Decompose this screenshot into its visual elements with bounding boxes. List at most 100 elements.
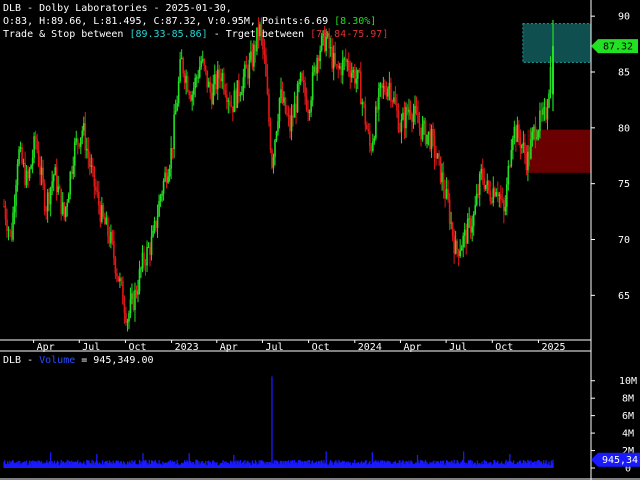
volume-tick-label: 10M: [619, 376, 637, 387]
candle-body: [304, 83, 306, 97]
candle-body: [195, 77, 198, 79]
candle-body: [423, 120, 425, 124]
candle-body: [43, 183, 46, 211]
candle-body: [500, 194, 502, 200]
candle-body: [144, 263, 147, 266]
candle-body: [375, 106, 377, 139]
candle-body: [9, 229, 11, 231]
candle-body: [165, 172, 168, 183]
candle-body: [15, 185, 17, 206]
candle-body: [310, 100, 312, 112]
candle-body: [283, 97, 285, 103]
x-tick-label: Jul: [82, 342, 100, 353]
volume-tick-label: 8M: [622, 394, 634, 405]
candle-body: [379, 83, 382, 89]
candle-body: [254, 44, 257, 52]
candle-body: [24, 162, 26, 186]
candle-body: [78, 143, 81, 147]
candle-body: [432, 128, 434, 137]
candle-body: [540, 110, 543, 115]
candle-body: [45, 210, 47, 212]
candle-body: [162, 180, 165, 194]
candle-body: [117, 276, 120, 282]
x-tick-label: Oct: [128, 342, 146, 353]
candle-body: [58, 186, 61, 189]
candle-body: [397, 110, 400, 132]
candle-body: [513, 126, 516, 139]
candle-body: [344, 58, 347, 62]
candle-body: [155, 221, 157, 228]
candle-body: [274, 140, 276, 157]
candle-body: [453, 236, 455, 254]
candle-body: [373, 138, 376, 142]
candle-body: [272, 156, 275, 168]
candle-body: [189, 95, 192, 101]
candle-body: [183, 73, 186, 83]
candle-body: [119, 278, 121, 282]
candle-body: [182, 57, 184, 74]
candle-body: [483, 178, 486, 189]
candle-body: [105, 217, 108, 225]
x-tick-label: Apr: [220, 342, 238, 353]
price-tick-label: 70: [618, 235, 630, 246]
volume-tick-label: 4M: [622, 429, 634, 440]
candle-body: [10, 230, 13, 240]
candle-body: [329, 47, 332, 49]
candle-body: [120, 278, 123, 282]
candle-body: [93, 166, 96, 187]
candle-body: [7, 229, 10, 231]
price-tick-label: 80: [618, 123, 630, 134]
candle-body: [188, 91, 190, 96]
candle-body: [87, 148, 90, 158]
candle-body: [55, 167, 58, 193]
candle-body: [281, 89, 284, 103]
trade-stop-zone: [522, 23, 592, 63]
candle-body: [510, 150, 513, 167]
candle-body: [176, 103, 178, 111]
candle-body: [113, 240, 115, 258]
candle-body: [75, 138, 78, 142]
candle-body: [90, 165, 93, 167]
candle-body: [427, 131, 430, 135]
candle-body: [350, 72, 353, 78]
candle-body: [232, 106, 234, 113]
candle-body: [209, 81, 212, 93]
candle-body: [36, 139, 38, 151]
price-tick-label: 85: [618, 68, 630, 79]
candle-body: [27, 170, 29, 179]
candle-body: [224, 90, 227, 95]
candle-body: [492, 188, 495, 203]
candle-body: [415, 105, 418, 113]
candle-body: [18, 149, 20, 165]
candle-body: [147, 246, 150, 248]
candle-body: [108, 235, 111, 244]
candle-body: [149, 246, 151, 256]
candle-body: [489, 191, 492, 202]
volume-prefix: DLB -: [3, 355, 40, 366]
candle-body: [430, 128, 433, 150]
candle-body: [22, 162, 25, 164]
candle-body: [48, 192, 50, 205]
x-tick-label: Oct: [312, 342, 330, 353]
candle-body: [164, 172, 166, 181]
candle-body: [305, 96, 308, 110]
candle-body: [412, 113, 415, 122]
candle-body: [468, 218, 470, 220]
candle-body: [341, 59, 344, 76]
candle-body: [81, 130, 84, 138]
candle-body: [171, 148, 174, 149]
candle-body: [238, 80, 240, 96]
candle-body: [353, 69, 356, 84]
candle-body: [89, 157, 91, 167]
candle-body: [447, 188, 449, 201]
candle-body: [123, 304, 126, 314]
candle-body: [96, 190, 99, 192]
candle-body: [349, 70, 352, 78]
candle-body: [101, 205, 103, 222]
candle-body: [466, 218, 469, 244]
candle-body: [16, 164, 19, 186]
candle-body: [194, 77, 196, 89]
candle-body: [366, 124, 368, 130]
volume-header: DLB - Volume = 945,349.00: [3, 354, 154, 367]
candle-body: [265, 54, 267, 77]
